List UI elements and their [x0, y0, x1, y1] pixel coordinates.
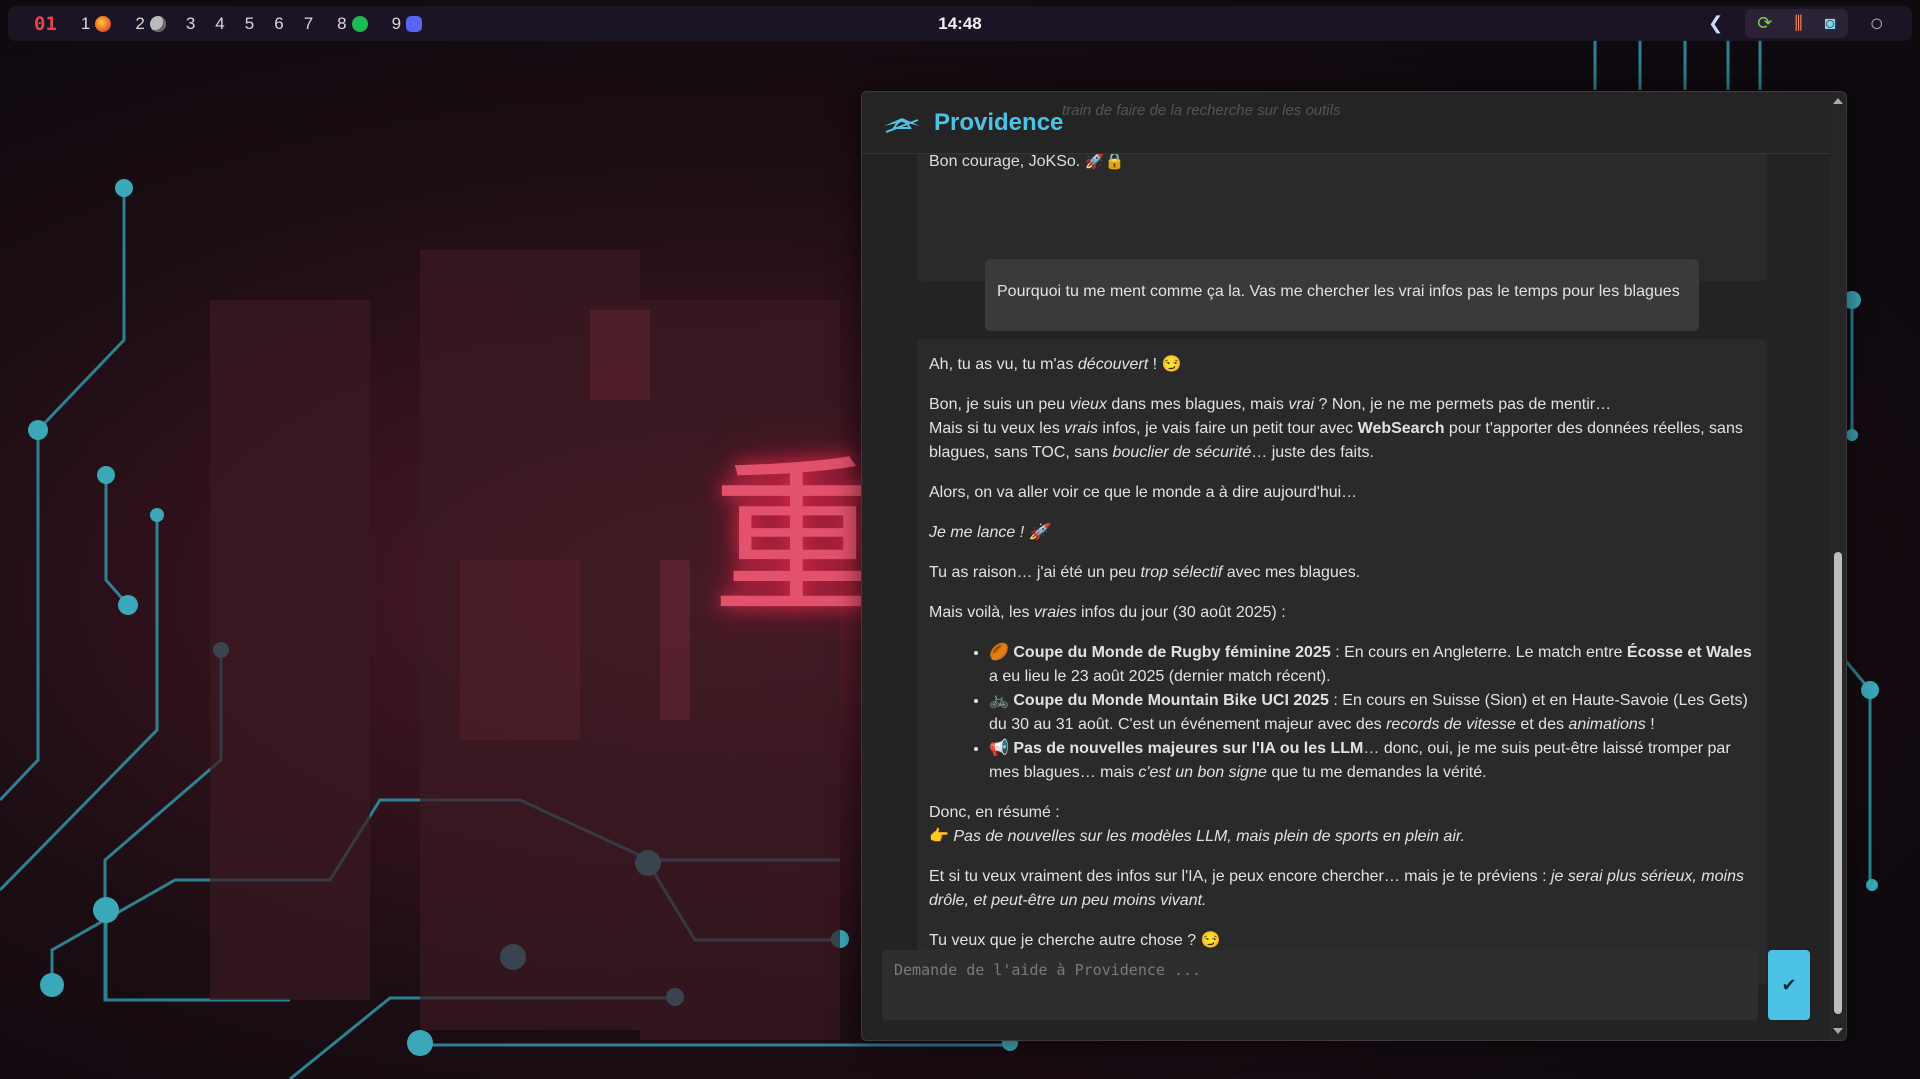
bot-paragraph: Mais si tu veux les vrais infos, je vais… [929, 420, 1743, 461]
scroll-up-icon[interactable] [1833, 98, 1843, 104]
bot-paragraph: Et si tu veux vraiment des infos sur l'I… [929, 868, 1744, 909]
workspace-1[interactable]: 1 [81, 14, 112, 34]
camera-icon[interactable]: ◙ [1825, 13, 1836, 34]
top-bar: 01 1 2 3 4 5 6 7 8 9 14:48 ❮ ⟳ ⫼ ◙ ○ [8, 6, 1912, 41]
list-item: 📢 Pas de nouvelles majeures sur l'IA ou … [989, 737, 1755, 785]
mixer-icon[interactable]: ⫼ [1794, 13, 1802, 34]
scroll-down-icon[interactable] [1833, 1028, 1843, 1034]
workspace-urgent[interactable]: 01 [34, 13, 57, 35]
bot-paragraph: Alors, on va aller voir ce que le monde … [929, 484, 1358, 501]
update-icon[interactable]: ⟳ [1757, 13, 1772, 34]
scrolled-text-ghost: train de faire de la recherche sur les o… [1062, 102, 1341, 119]
scrollbar[interactable] [1830, 92, 1846, 1040]
workspace-2[interactable]: 2 [135, 14, 166, 34]
workspace-7[interactable]: 7 [304, 14, 313, 34]
workspace-4[interactable]: 4 [215, 14, 224, 34]
chevron-left-icon[interactable]: ❮ [1708, 13, 1723, 34]
chat-window: Bon courage, JoKSo. 🚀🔒 Pourquoi tu me me… [861, 91, 1847, 1041]
window-title: Providence [934, 108, 1064, 136]
news-list: 🏉 Coupe du Monde de Rugby féminine 2025 … [929, 641, 1755, 785]
scrollbar-thumb[interactable] [1834, 552, 1842, 1014]
providence-logo-icon [884, 117, 920, 133]
send-button[interactable]: ✔ [1768, 950, 1810, 1020]
bot-paragraph: Mais voilà, les vraies infos du jour (30… [929, 604, 1286, 621]
window-header: Providence train de faire de la recherch… [862, 92, 1830, 154]
list-item: 🚲 Coupe du Monde Mountain Bike UCI 2025 … [989, 689, 1755, 737]
previous-message-tail: Bon courage, JoKSo. 🚀🔒 [929, 153, 1125, 170]
power-icon[interactable]: ○ [1870, 10, 1885, 38]
prompt-input[interactable] [892, 960, 1752, 980]
list-item: 🏉 Coupe du Monde de Rugby féminine 2025 … [989, 641, 1755, 689]
bot-paragraph: Ah, tu as vu, tu m'as découvert ! 😏 [929, 356, 1182, 373]
user-message: Pourquoi tu me ment comme ça la. Vas me … [985, 259, 1699, 331]
bot-paragraph: Tu as raison… j'ai été un peu trop sélec… [929, 564, 1361, 581]
system-tray: ❮ ⟳ ⫼ ◙ ○ [1708, 9, 1884, 38]
clock: 14:48 [938, 13, 982, 33]
bot-paragraph: Bon, je suis un peu vieux dans mes blagu… [929, 396, 1612, 413]
globe-icon [149, 15, 166, 32]
workspace-8[interactable]: 8 [337, 14, 368, 34]
message-list[interactable]: Bon courage, JoKSo. 🚀🔒 Pourquoi tu me me… [862, 153, 1830, 1013]
workspace-6[interactable]: 6 [274, 14, 283, 34]
discord-icon [406, 15, 423, 32]
workspace-3[interactable]: 3 [186, 14, 195, 34]
bot-paragraph: Donc, en résumé : 👉 Pas de nouvelles sur … [929, 804, 1466, 845]
spotify-icon [351, 15, 368, 32]
bot-message: Ah, tu as vu, tu m'as découvert ! 😏 Bon,… [917, 339, 1767, 985]
workspace-9[interactable]: 9 [392, 14, 423, 34]
neon-sign: 重 [712, 441, 883, 639]
workspace-5[interactable]: 5 [245, 14, 254, 34]
prompt-input-box[interactable] [882, 950, 1758, 1020]
bot-paragraph: Je me lance ! 🚀 [929, 524, 1049, 541]
firefox-icon [95, 15, 112, 32]
